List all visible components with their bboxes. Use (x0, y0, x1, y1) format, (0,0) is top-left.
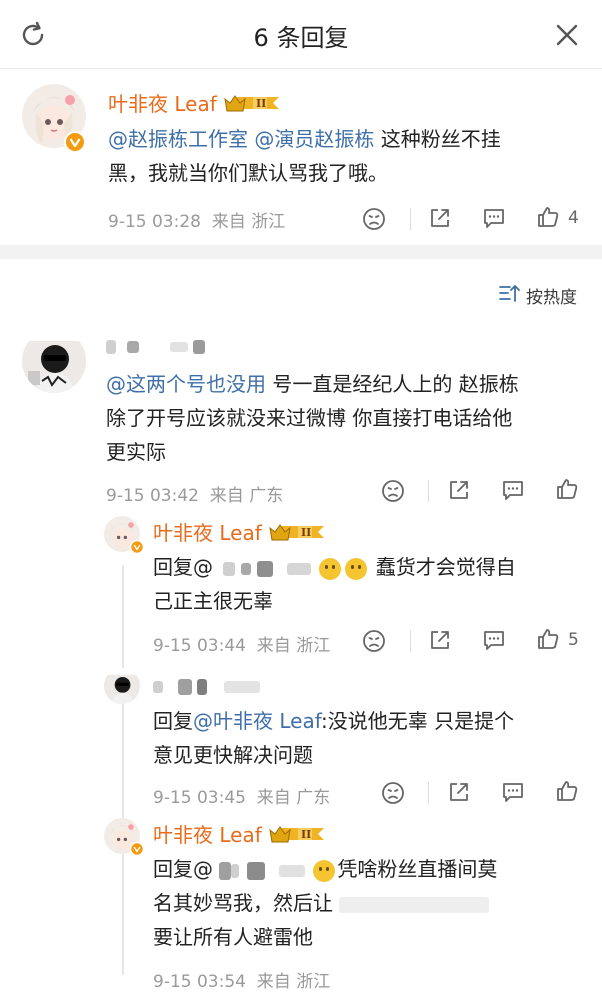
like-count: 4 (568, 208, 579, 228)
comment-meta: 9-15 03:44 来自 浙江 (153, 636, 331, 656)
comment-text: @赵振栋工作室 @演员赵振栋 这种粉丝不挂 黑，我就当你们默认骂我了哦。 (108, 127, 501, 185)
section-divider (0, 245, 602, 259)
mention-link[interactable]: @这两个号也没用 (106, 372, 266, 396)
blurred-username (106, 336, 206, 355)
share-icon[interactable] (427, 205, 453, 231)
crown-badge-icon: II (268, 520, 328, 549)
share-icon[interactable] (427, 627, 453, 653)
divider (428, 480, 429, 502)
like-icon[interactable] (535, 204, 561, 230)
page-title: 6 条回复 (253, 24, 349, 52)
username[interactable]: 叶非夜 Leaf II (108, 88, 283, 120)
comment-meta: 9-15 03:42 来自 广东 (106, 486, 284, 506)
dislike-icon[interactable] (380, 478, 406, 504)
divider (410, 208, 411, 230)
like-icon[interactable] (554, 476, 580, 502)
smile-emoji (345, 557, 368, 580)
smirk-emoji (313, 859, 336, 882)
blurred-username (153, 676, 261, 695)
comment-meta: 9-15 03:28 来自 浙江 (108, 212, 286, 232)
share-icon[interactable] (446, 477, 472, 503)
verified-icon (64, 131, 86, 153)
share-icon[interactable] (446, 779, 472, 805)
comment-icon[interactable] (500, 477, 526, 503)
verified-icon (130, 842, 144, 856)
username[interactable]: 叶非夜 Leaf II (153, 517, 328, 549)
sort-button[interactable]: 按热度 (526, 283, 577, 308)
reply-text: 回复@ 凭啥粉丝直播间莫 名其妙骂我，然后让 要让所有人避雷他 (153, 857, 498, 949)
divider (428, 782, 429, 804)
smile-emoji (319, 557, 342, 580)
svg-text:II: II (301, 526, 311, 539)
dislike-icon[interactable] (361, 206, 387, 232)
comment-icon[interactable] (481, 627, 507, 653)
sort-icon[interactable] (498, 283, 520, 303)
mention-link[interactable]: @赵振栋工作室 (108, 127, 248, 151)
like-icon[interactable] (554, 778, 580, 804)
mention-link[interactable]: @演员赵振栋 (254, 127, 374, 151)
close-icon[interactable] (552, 20, 582, 50)
comment-meta: 9-15 03:45 来自 广东 (153, 788, 331, 808)
comment-meta: 9-15 03:54 来自 浙江 (153, 972, 331, 992)
username[interactable]: 叶非夜 Leaf II (153, 819, 328, 851)
dislike-icon[interactable] (361, 628, 387, 654)
reply-text: 回复@叶非夜 Leaf:没说他无辜 只是提个 意见更快解决问题 (153, 709, 515, 767)
reply-text: 回复@ 蠢货才会觉得自 己正主很无辜 (153, 555, 516, 613)
comment-text: @这两个号也没用 号一直是经纪人上的 赵振栋 除了开号应该就没来过微博 你直接打… (106, 372, 519, 464)
avatar[interactable] (104, 668, 140, 704)
mention-link[interactable]: @叶非夜 Leaf (193, 709, 321, 733)
svg-text:II: II (301, 828, 311, 841)
comment-icon[interactable] (500, 779, 526, 805)
like-icon[interactable] (535, 626, 561, 652)
crown-badge-icon: II (268, 822, 328, 851)
verified-icon (130, 540, 144, 554)
divider (410, 630, 411, 652)
dislike-icon[interactable] (380, 780, 406, 806)
crown-badge-icon: II (223, 91, 283, 120)
avatar[interactable] (22, 329, 86, 393)
comment-icon[interactable] (481, 205, 507, 231)
like-count: 5 (568, 630, 579, 650)
svg-text:II: II (256, 97, 266, 110)
thread-line (122, 565, 124, 975)
